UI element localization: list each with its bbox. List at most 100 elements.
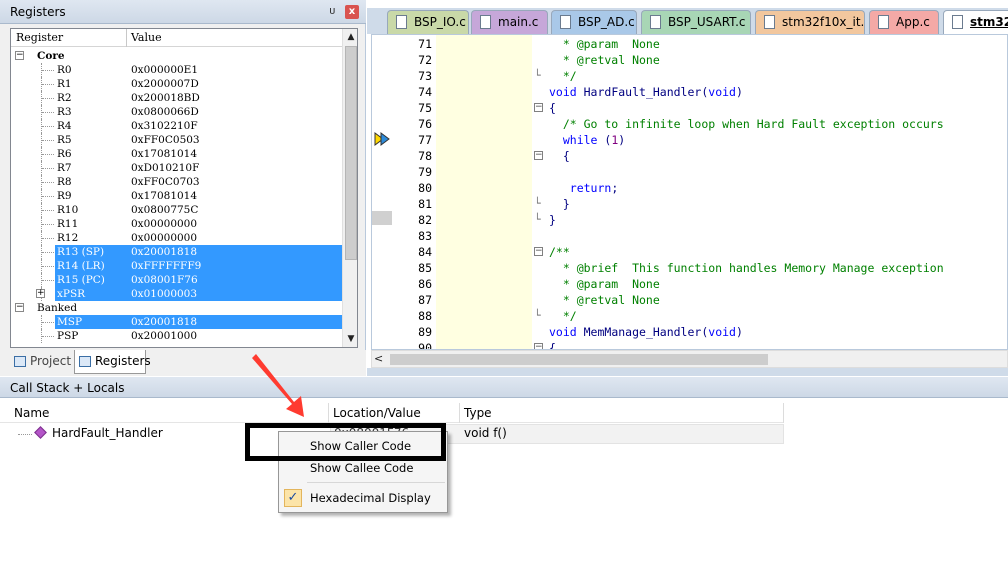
code-line[interactable]: */ <box>549 308 577 324</box>
register-row[interactable]: R15 (PC) 0x08001F76 <box>11 273 342 287</box>
code-line[interactable]: /* Go to infinite loop when Hard Fault e… <box>549 116 944 132</box>
register-value[interactable]: 0x20001818 <box>131 245 197 259</box>
register-row[interactable]: R4 0x3102210F <box>11 119 342 133</box>
code-line[interactable]: } <box>549 212 556 228</box>
register-row[interactable]: R1 0x2000007D <box>11 77 342 91</box>
code-token: */ <box>549 69 577 83</box>
register-value[interactable]: 0x08001F76 <box>131 273 198 287</box>
code-line[interactable]: } <box>549 196 570 212</box>
register-value[interactable]: 0x20001818 <box>131 315 197 329</box>
register-row[interactable]: PSP 0x20001000 <box>11 329 342 343</box>
tab-registers[interactable]: Registers <box>74 350 151 374</box>
scroll-down-icon[interactable]: ▼ <box>343 331 357 347</box>
register-value[interactable]: 0x0800066D <box>131 105 199 119</box>
file-tab[interactable]: stm32f <box>943 10 1008 34</box>
register-value[interactable]: 0xD010210F <box>131 161 199 175</box>
code-line[interactable]: void MemManage_Handler(void) <box>549 324 743 340</box>
code-token: void <box>708 325 736 339</box>
tree-connector <box>42 322 54 323</box>
line-number: 86 <box>418 277 432 291</box>
register-value[interactable]: 0x200018BD <box>131 91 200 105</box>
pin-icon[interactable]: ᴜ <box>329 4 335 17</box>
fold-collapse-icon[interactable]: − <box>534 103 543 112</box>
file-tab[interactable]: main.c <box>471 10 548 34</box>
column-header-value[interactable]: Value <box>131 31 162 44</box>
code-line[interactable]: * @brief This function handles Memory Ma… <box>549 260 944 276</box>
register-row[interactable]: − Core <box>11 49 342 63</box>
code-line[interactable]: * @param None <box>549 36 660 52</box>
column-separator[interactable] <box>459 403 460 423</box>
register-row[interactable]: R10 0x0800775C <box>11 203 342 217</box>
register-row[interactable]: R2 0x200018BD <box>11 91 342 105</box>
code-line[interactable]: { <box>549 340 556 349</box>
column-header-name[interactable]: Name <box>14 406 49 420</box>
register-value[interactable]: 0x0800775C <box>131 203 198 217</box>
code-line[interactable]: { <box>549 100 556 116</box>
fold-collapse-icon[interactable]: − <box>534 343 543 349</box>
code-line[interactable]: */ <box>549 68 577 84</box>
register-row[interactable]: R13 (SP) 0x20001818 <box>11 245 342 259</box>
file-tab[interactable]: BSP_AD.c <box>551 10 637 34</box>
code-line[interactable]: * @param None <box>549 276 660 292</box>
register-value[interactable]: 0x20001000 <box>131 329 197 343</box>
register-row[interactable]: R0 0x000000E1 <box>11 63 342 77</box>
collapse-icon[interactable]: − <box>15 303 24 312</box>
register-value[interactable]: 0x00000000 <box>131 217 197 231</box>
code-area[interactable]: 71 72 73 74 75 76 77 78 79 80 81 82 83 84 85 86 87 88 89 90… <box>371 34 1008 350</box>
register-row[interactable]: MSP 0x20001818 <box>11 315 342 329</box>
column-header-location[interactable]: Location/Value <box>333 406 421 420</box>
code-line[interactable]: * @retval None <box>549 292 660 308</box>
register-value[interactable]: 0x3102210F <box>131 119 198 133</box>
register-value[interactable]: 0x00000000 <box>131 231 197 245</box>
register-row[interactable]: R6 0x17081014 <box>11 147 342 161</box>
file-tab[interactable]: BSP_IO.c <box>387 10 469 34</box>
register-row[interactable]: R11 0x00000000 <box>11 217 342 231</box>
column-separator[interactable] <box>328 403 329 423</box>
register-row[interactable]: R12 0x00000000 <box>11 231 342 245</box>
register-row[interactable]: R3 0x0800066D <box>11 105 342 119</box>
menu-item-hexadecimal-display[interactable]: ✓ Hexadecimal Display <box>280 487 446 509</box>
register-value[interactable]: 0x2000007D <box>131 77 199 91</box>
code-line[interactable]: return; <box>549 180 618 196</box>
register-value[interactable]: 0x17081014 <box>131 147 197 161</box>
code-line[interactable]: while (1) <box>549 132 625 148</box>
scroll-up-icon[interactable]: ▲ <box>343 29 357 45</box>
line-number-gutter[interactable]: 71 72 73 74 75 76 77 78 79 80 81 82 83 84 85 86 87 88 89 90 <box>372 35 436 349</box>
register-row[interactable]: R14 (LR) 0xFFFFFFF9 <box>11 259 342 273</box>
scroll-left-icon[interactable]: < <box>374 352 383 365</box>
scrollbar-thumb[interactable] <box>390 354 768 365</box>
code-line[interactable]: void HardFault_Handler(void) <box>549 84 743 100</box>
register-value[interactable]: 0x17081014 <box>131 189 197 203</box>
column-header-type[interactable]: Type <box>464 406 492 420</box>
file-tab[interactable]: App.c <box>869 10 939 34</box>
scrollbar-thumb[interactable] <box>345 46 357 260</box>
register-row[interactable]: R9 0x17081014 <box>11 189 342 203</box>
fold-collapse-icon[interactable]: − <box>534 151 543 160</box>
register-value[interactable]: 0xFF0C0703 <box>131 175 200 189</box>
close-icon[interactable]: x <box>345 5 359 19</box>
code-line[interactable]: { <box>549 148 570 164</box>
collapse-icon[interactable]: − <box>15 51 24 60</box>
editor-horizontal-scrollbar[interactable]: < <box>371 350 1008 368</box>
register-row[interactable]: R8 0xFF0C0703 <box>11 175 342 189</box>
code-line[interactable]: * @retval None <box>549 52 660 68</box>
column-separator[interactable] <box>126 29 127 47</box>
tab-project[interactable]: Project <box>10 350 72 374</box>
register-row[interactable]: − Banked <box>11 301 342 315</box>
file-tab[interactable]: stm32f10x_it.h <box>755 10 865 34</box>
register-row[interactable]: R7 0xD010210F <box>11 161 342 175</box>
column-separator[interactable] <box>783 403 784 423</box>
file-icon <box>764 15 775 29</box>
register-value[interactable]: 0x01000003 <box>131 287 197 301</box>
expand-icon[interactable]: + <box>36 289 45 298</box>
register-value[interactable]: 0xFF0C0503 <box>131 133 200 147</box>
file-tab[interactable]: BSP_USART.c <box>641 10 751 34</box>
fold-collapse-icon[interactable]: − <box>534 247 543 256</box>
code-line[interactable]: /** <box>549 244 570 260</box>
register-value[interactable]: 0xFFFFFFF9 <box>131 259 201 273</box>
register-row[interactable]: R5 0xFF0C0503 <box>11 133 342 147</box>
column-header-register[interactable]: Register <box>16 31 63 44</box>
register-value[interactable]: 0x000000E1 <box>131 63 198 77</box>
register-row[interactable]: + xPSR 0x01000003 <box>11 287 342 301</box>
registers-vertical-scrollbar[interactable]: ▲ ▼ <box>342 29 357 347</box>
